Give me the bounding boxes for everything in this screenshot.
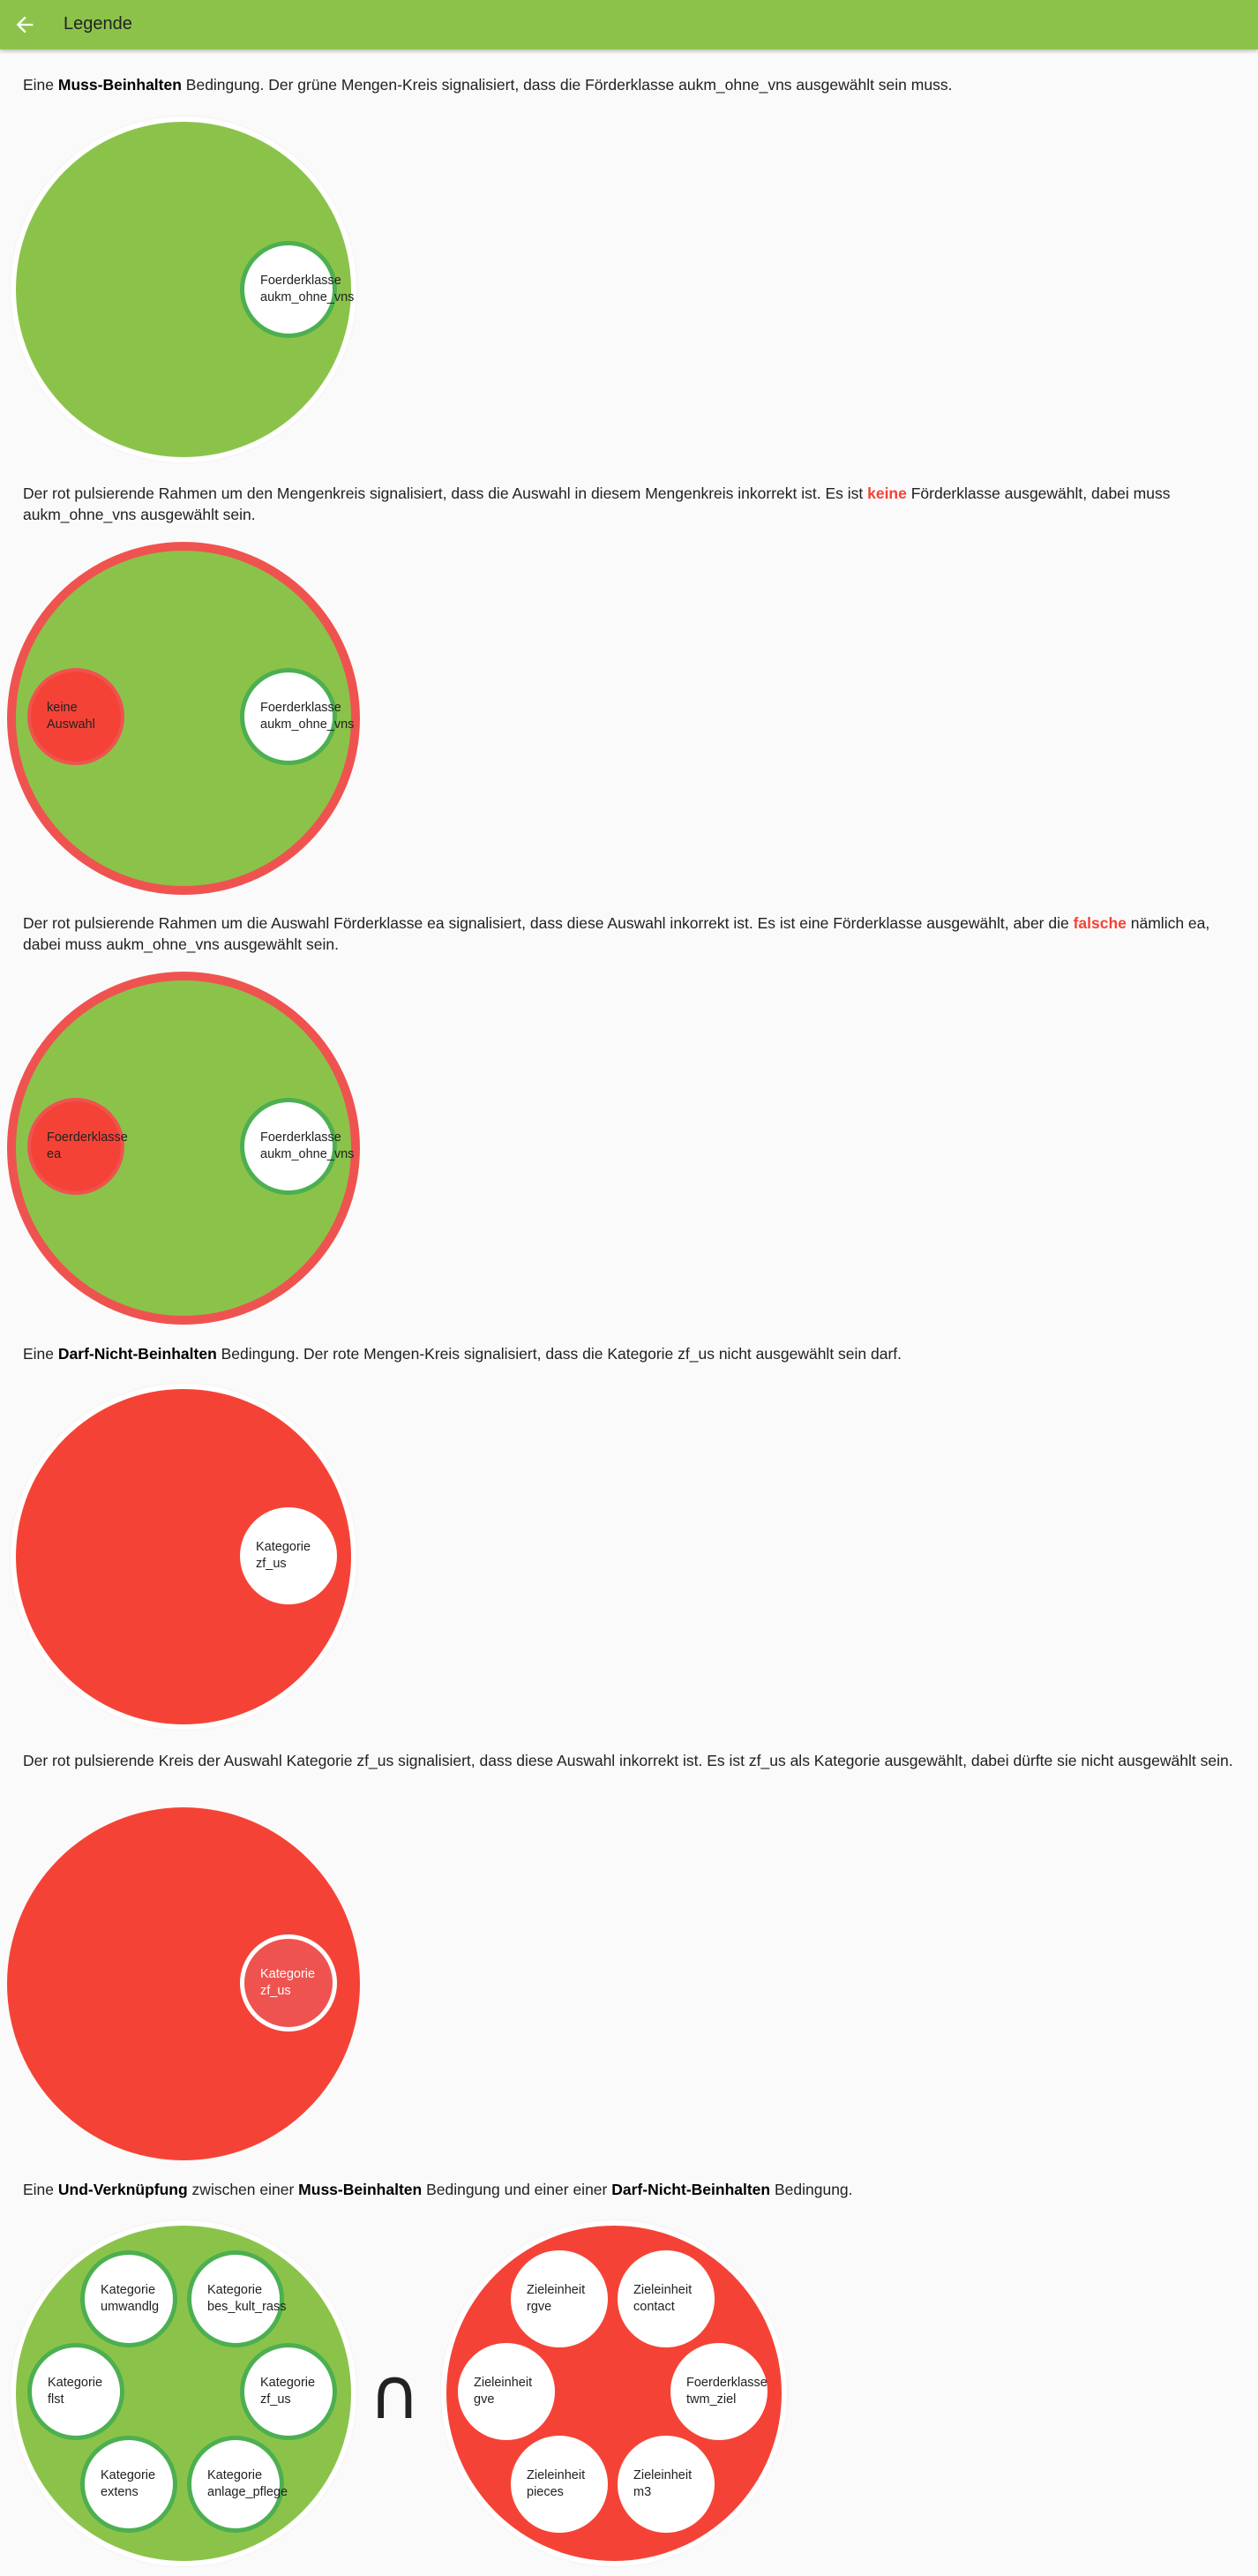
- item-value: aukm_ohne_vns: [260, 290, 355, 304]
- item-label: Zieleinheit: [633, 2283, 693, 2297]
- text: Eine: [23, 76, 58, 94]
- text: Eine: [23, 1345, 58, 1363]
- item-value: zf_us: [256, 1557, 287, 1571]
- item-label: Kategorie: [260, 2376, 316, 2390]
- item-label: Foerderklasse: [260, 1130, 341, 1145]
- item-label: keine Auswahl: [47, 701, 95, 732]
- red-set-circle: Kategorie zf_us: [16, 1389, 351, 1724]
- intersection-symbol: ∩: [369, 2353, 421, 2435]
- legend-text-invalid-selection: Der rot pulsierende Rahmen um die Auswah…: [23, 912, 1240, 955]
- text: Der rot pulsierende Kreis der Auswahl Ka…: [23, 1752, 1233, 1769]
- text: Bedingung und einer einer: [422, 2181, 612, 2198]
- item-value: aukm_ohne_vns: [260, 717, 355, 732]
- item-value: rgve: [527, 2300, 552, 2314]
- item-value: m3: [633, 2485, 652, 2499]
- set-item-kategorie-alert[interactable]: Kategorie zf_us: [240, 1934, 337, 2032]
- set-item[interactable]: Zieleinheit m3: [618, 2436, 715, 2533]
- item-label: Kategorie: [101, 2283, 156, 2297]
- item-label: Zieleinheit: [633, 2468, 693, 2482]
- green-set-circle-alert: Foerderklasse ea Foerderklasse aukm_ohne…: [16, 980, 355, 1316]
- item-label: Zieleinheit: [527, 2468, 586, 2482]
- set-item-foerderklasse[interactable]: Foerderklasse aukm_ohne_vns: [240, 668, 355, 765]
- green-set-circle: Kategorie umwandlg Kategorie bes_kult_ra…: [16, 2226, 351, 2561]
- set-item-foerderklasse-ea[interactable]: Foerderklasse ea: [27, 1098, 128, 1195]
- set-item[interactable]: Kategorie zf_us: [240, 2343, 337, 2440]
- legend-text-muss-beinhalten: Eine Muss-Beinhalten Bedingung. Der grün…: [23, 74, 1240, 95]
- legend-text-darf-nicht-beinhalten: Eine Darf-Nicht-Beinhalten Bedingung. De…: [23, 1343, 1240, 1364]
- text: Der rot pulsierende Rahmen um die Auswah…: [23, 914, 1074, 932]
- item-value: zf_us: [260, 1984, 291, 1998]
- bold-term: Darf-Nicht-Beinhalten: [57, 1345, 217, 1363]
- item-value: ea: [47, 1147, 62, 1161]
- set-item-kategorie[interactable]: Kategorie zf_us: [240, 1507, 337, 1604]
- item-label: Kategorie: [207, 2283, 263, 2297]
- set-item[interactable]: Kategorie anlage_pflege: [187, 2436, 288, 2533]
- legend-text-invalid-set: Der rot pulsierende Rahmen um den Mengen…: [23, 483, 1240, 525]
- bold-term: Und-Verknüpfung: [57, 2181, 188, 2198]
- item-label: Kategorie: [207, 2468, 263, 2482]
- item-label: Foerderklasse: [47, 1130, 128, 1145]
- page-title: Legende: [64, 14, 132, 34]
- item-value: zf_us: [260, 2392, 291, 2407]
- item-label: Zieleinheit: [474, 2376, 533, 2390]
- bold-term: Darf-Nicht-Beinhalten: [611, 2181, 771, 2198]
- red-term: falsche: [1073, 914, 1127, 932]
- text: Bedingung.: [770, 2181, 853, 2198]
- bold-term: Muss-Beinhalten: [298, 2181, 423, 2198]
- green-set-circle-alert: keine Auswahl Foerderklasse aukm_ohne_vn…: [16, 551, 355, 886]
- legend-text-und-verknuepfung: Eine Und-Verknüpfung zwischen einer Muss…: [23, 2179, 1240, 2200]
- legend-text-invalid-exclusion: Der rot pulsierende Kreis der Auswahl Ka…: [23, 1750, 1240, 1771]
- red-set-circle: Zieleinheit rgve Zieleinheit contact Zie…: [446, 2226, 782, 2561]
- red-term: keine: [867, 484, 907, 502]
- item-label: Foerderklasse: [686, 2376, 768, 2390]
- item-label: Zieleinheit: [527, 2283, 586, 2297]
- set-item[interactable]: Kategorie umwandlg: [80, 2250, 177, 2347]
- item-label: Foerderklasse: [260, 274, 341, 288]
- green-set-circle: Foerderklasse aukm_ohne_vns: [16, 122, 355, 457]
- set-item[interactable]: Zieleinheit rgve: [511, 2250, 608, 2347]
- item-value: umwandlg: [101, 2300, 160, 2314]
- item-value: aukm_ohne_vns: [260, 1147, 355, 1161]
- text: Der rot pulsierende Rahmen um den Mengen…: [23, 484, 868, 502]
- item-label: Kategorie: [256, 1540, 311, 1554]
- text: Bedingung. Der rote Mengen-Kreis signali…: [216, 1345, 902, 1363]
- back-arrow-icon[interactable]: [12, 12, 37, 37]
- set-item[interactable]: Kategorie flst: [27, 2343, 124, 2440]
- set-item[interactable]: Kategorie bes_kult_rass: [187, 2250, 287, 2347]
- red-set-circle-alert: Kategorie zf_us: [7, 1807, 360, 2160]
- set-item-foerderklasse[interactable]: Foerderklasse aukm_ohne_vns: [240, 241, 355, 338]
- set-item-keine-auswahl[interactable]: keine Auswahl: [27, 668, 124, 765]
- item-value: contact: [633, 2300, 675, 2314]
- set-item[interactable]: Foerderklasse twm_ziel: [670, 2343, 768, 2440]
- item-value: gve: [474, 2392, 495, 2407]
- item-value: anlage_pflege: [207, 2485, 288, 2499]
- item-label: Kategorie: [48, 2376, 103, 2390]
- set-item[interactable]: Zieleinheit gve: [458, 2343, 555, 2440]
- item-value: twm_ziel: [686, 2392, 737, 2407]
- item-label: Kategorie: [101, 2468, 156, 2482]
- set-item-foerderklasse[interactable]: Foerderklasse aukm_ohne_vns: [240, 1098, 355, 1195]
- text: Bedingung. Der grüne Mengen-Kreis signal…: [181, 76, 953, 94]
- item-value: flst: [48, 2392, 64, 2407]
- text: Eine: [23, 2181, 58, 2198]
- item-value: bes_kult_rass: [207, 2300, 287, 2314]
- item-value: extens: [101, 2485, 139, 2499]
- item-value: pieces: [527, 2485, 564, 2499]
- app-bar: Legende: [0, 0, 1258, 49]
- item-label: Kategorie: [260, 1967, 316, 1981]
- item-label: Foerderklasse: [260, 701, 341, 715]
- set-item[interactable]: Zieleinheit contact: [618, 2250, 715, 2347]
- set-item[interactable]: Kategorie extens: [80, 2436, 177, 2533]
- set-item[interactable]: Zieleinheit pieces: [511, 2436, 608, 2533]
- bold-term: Muss-Beinhalten: [57, 76, 182, 94]
- text: zwischen einer: [187, 2181, 299, 2198]
